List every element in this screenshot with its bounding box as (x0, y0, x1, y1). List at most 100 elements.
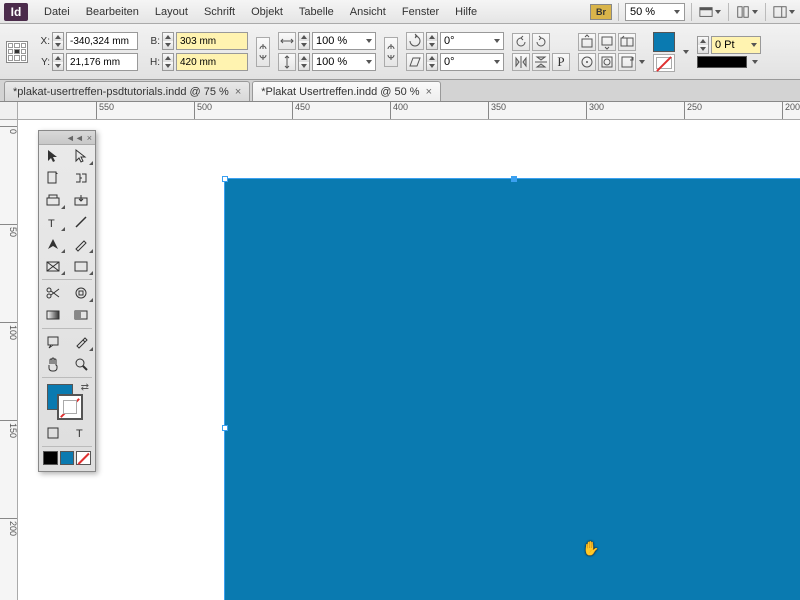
p-icon[interactable]: P (552, 53, 570, 71)
scale-x-stepper[interactable] (298, 32, 310, 50)
stroke-color-swatch[interactable] (57, 394, 83, 420)
y-field[interactable]: 21,176 mm (66, 53, 138, 71)
x-field[interactable]: -340,324 mm (66, 32, 138, 50)
free-transform-tool[interactable] (67, 282, 95, 304)
resize-handle[interactable] (511, 176, 517, 182)
flip-h-button[interactable] (512, 53, 530, 71)
fill-stroke-control[interactable]: ⇄ (39, 380, 95, 422)
apply-none-button[interactable] (76, 451, 91, 465)
tab-label: *Plakat Usertreffen.indd @ 50 % (261, 86, 419, 98)
y-label: Y: (36, 57, 50, 68)
rotate-cw-button[interactable] (532, 33, 550, 51)
type-tool[interactable]: T (39, 211, 67, 233)
pen-tool[interactable] (39, 233, 67, 255)
tab-label: *plakat-usertreffen-psdtutorials.indd @ … (13, 86, 229, 98)
document-tab-bar: *plakat-usertreffen-psdtutorials.indd @ … (0, 80, 800, 102)
menu-ansicht[interactable]: Ansicht (342, 3, 394, 21)
zoom-tool[interactable] (67, 353, 95, 375)
rectangle-tool[interactable] (67, 255, 95, 277)
ruler-origin[interactable] (0, 102, 18, 120)
formatting-container-button[interactable] (39, 422, 67, 444)
note-tool[interactable] (39, 331, 67, 353)
gradient-swatch-tool[interactable] (39, 304, 67, 326)
stroke-stepper[interactable] (697, 36, 709, 54)
gap-tool[interactable] (67, 167, 95, 189)
shear-field[interactable]: 0° (440, 53, 504, 71)
close-icon[interactable]: × (426, 86, 432, 98)
eyedropper-tool[interactable] (67, 331, 95, 353)
selection-tool[interactable] (39, 145, 67, 167)
panel-header[interactable]: ◄◄× (39, 131, 95, 145)
shear-stepper[interactable] (426, 53, 438, 71)
gradient-feather-tool[interactable] (67, 304, 95, 326)
fit-frame-button[interactable] (598, 53, 616, 71)
pencil-tool[interactable] (67, 233, 95, 255)
menu-fenster[interactable]: Fenster (394, 3, 447, 21)
select-next-button[interactable] (578, 53, 596, 71)
rectangle-frame-tool[interactable] (39, 255, 67, 277)
workspace-button[interactable] (772, 2, 796, 22)
tools-panel[interactable]: ◄◄× T (38, 130, 96, 472)
document-tab[interactable]: *Plakat Usertreffen.indd @ 50 % × (252, 81, 441, 101)
direct-selection-tool[interactable] (67, 145, 95, 167)
none-swatch[interactable] (653, 54, 675, 72)
menu-bearbeiten[interactable]: Bearbeiten (78, 3, 147, 21)
resize-handle[interactable] (222, 176, 228, 182)
swap-colors-icon[interactable]: ⇄ (81, 382, 89, 393)
arrange-button[interactable] (735, 2, 759, 22)
menu-datei[interactable]: Datei (36, 3, 78, 21)
select-content-button[interactable] (598, 33, 616, 51)
constrain-wh-button[interactable] (256, 37, 270, 67)
rotate-field[interactable]: 0° (440, 32, 504, 50)
rotate-ccw-button[interactable] (512, 33, 530, 51)
scale-y-field[interactable]: 100 % (312, 53, 376, 71)
resize-handle[interactable] (222, 425, 228, 431)
scale-x-field[interactable]: 100 % (312, 32, 376, 50)
svg-text:T: T (48, 218, 55, 230)
chevron-down-icon (752, 10, 758, 14)
fill-swatch[interactable] (653, 32, 675, 52)
height-field[interactable]: 420 mm (176, 53, 248, 71)
stroke-weight-field[interactable]: 0 Pt (711, 36, 761, 54)
menu-hilfe[interactable]: Hilfe (447, 3, 485, 21)
content-collector-tool[interactable] (39, 189, 67, 211)
canvas[interactable]: ✋ (18, 120, 800, 600)
bridge-button[interactable]: Br (590, 4, 612, 20)
scale-y-stepper[interactable] (298, 53, 310, 71)
flip-v-button[interactable] (532, 53, 550, 71)
menu-schrift[interactable]: Schrift (196, 3, 243, 21)
menu-tabelle[interactable]: Tabelle (291, 3, 342, 21)
select-container-button[interactable] (578, 33, 596, 51)
apply-color-button[interactable] (43, 451, 58, 465)
width-field[interactable]: 303 mm (176, 32, 248, 50)
w-stepper[interactable] (162, 32, 174, 50)
scissors-tool[interactable] (39, 282, 67, 304)
horizontal-ruler[interactable]: 600550500450400350300250200 (18, 102, 800, 120)
line-tool[interactable] (67, 211, 95, 233)
reference-point[interactable] (6, 41, 28, 63)
constrain-scale-button[interactable] (384, 37, 398, 67)
vertical-ruler[interactable]: 050100150200 (0, 120, 18, 600)
workspace: 600550500450400350300250200 050100150200… (0, 102, 800, 600)
center-content-button[interactable] (618, 53, 636, 71)
close-icon[interactable]: × (235, 86, 241, 98)
menu-bar: Id DateiBearbeitenLayoutSchriftObjektTab… (0, 0, 800, 24)
menu-objekt[interactable]: Objekt (243, 3, 291, 21)
select-prev-button[interactable] (618, 33, 636, 51)
document-tab[interactable]: *plakat-usertreffen-psdtutorials.indd @ … (4, 81, 250, 101)
x-stepper[interactable] (52, 32, 64, 50)
rotate-stepper[interactable] (426, 32, 438, 50)
stroke-style-swatch[interactable] (697, 56, 747, 68)
y-stepper[interactable] (52, 53, 64, 71)
app-logo: Id (4, 3, 28, 21)
hand-tool[interactable] (39, 353, 67, 375)
apply-gradient-button[interactable] (60, 451, 75, 465)
selected-rectangle[interactable] (224, 178, 800, 600)
page-tool[interactable] (39, 167, 67, 189)
content-placer-tool[interactable] (67, 189, 95, 211)
menu-layout[interactable]: Layout (147, 3, 196, 21)
h-stepper[interactable] (162, 53, 174, 71)
zoom-level-field[interactable]: 50 % (625, 3, 685, 21)
screen-mode-button[interactable] (698, 2, 722, 22)
formatting-text-button[interactable]: T (67, 422, 95, 444)
